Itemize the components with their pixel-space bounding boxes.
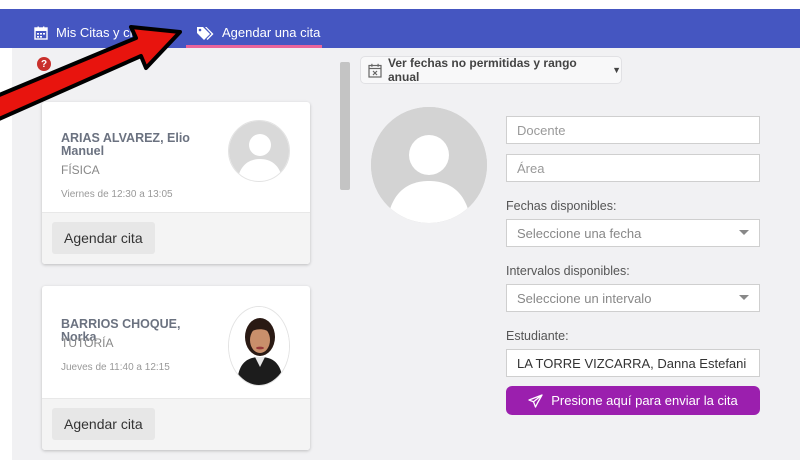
top-strip — [0, 0, 800, 9]
tab-mis-citas-label: Mis Citas y citas — [56, 25, 150, 40]
fechas-button-label: Ver fechas no permitidas y rango anual — [388, 56, 577, 84]
teacher-card-footer: Agendar cita — [42, 398, 310, 450]
estudiante-label: Estudiante: — [506, 329, 569, 343]
chevron-down-icon — [739, 230, 749, 235]
tab-agendar-cita[interactable]: Agendar una cita — [186, 17, 332, 48]
fechas-no-permitidas-button[interactable]: Ver fechas no permitidas y rango anual ▼ — [360, 56, 622, 84]
teacher-card: BARRIOS CHOQUE, Norka TUTORÍA Jueves de … — [42, 286, 310, 450]
left-edge — [0, 48, 12, 218]
teacher-card: ARIAS ALVAREZ, Elio Manuel FÍSICA Vierne… — [42, 102, 310, 264]
agendar-cita-button[interactable]: Agendar cita — [52, 408, 155, 440]
chevron-down-icon — [739, 295, 749, 300]
caret-down-icon: ▼ — [612, 65, 621, 75]
intervalos-select-value: Seleccione un intervalo — [517, 290, 652, 306]
teacher-subject: TUTORÍA — [61, 336, 114, 350]
teacher-schedule: Jueves de 11:40 a 12:15 — [61, 362, 170, 373]
tab-agendar-cita-label: Agendar una cita — [222, 25, 321, 40]
teacher-photo-image — [229, 307, 289, 385]
paper-plane-icon — [528, 393, 543, 408]
tab-mis-citas[interactable]: Mis Citas y citas — [34, 17, 150, 48]
teacher-card-body: ARIAS ALVAREZ, Elio Manuel FÍSICA Vierne… — [42, 102, 310, 212]
question-circle-icon[interactable]: ? — [37, 57, 51, 71]
teacher-name: ARIAS ALVAREZ, Elio Manuel — [61, 131, 190, 158]
calendar-times-icon — [368, 63, 382, 78]
teacher-subject: FÍSICA — [61, 163, 100, 177]
intervalos-select[interactable]: Seleccione un intervalo — [506, 284, 760, 312]
default-avatar-icon — [371, 107, 487, 223]
calendar-icon — [34, 26, 48, 40]
teacher-schedule: Viernes de 12:30 a 13:05 — [61, 189, 173, 200]
docente-input[interactable] — [506, 116, 760, 144]
fechas-label: Fechas disponibles: — [506, 199, 617, 213]
teacher-avatar — [228, 120, 290, 182]
selected-teacher-avatar — [371, 107, 487, 223]
teacher-card-footer: Agendar cita — [42, 212, 310, 264]
scrollbar-thumb[interactable] — [340, 62, 350, 190]
area-input[interactable] — [506, 154, 760, 182]
teacher-card-body: BARRIOS CHOQUE, Norka TUTORÍA Jueves de … — [42, 286, 310, 398]
intervalos-label: Intervalos disponibles: — [506, 264, 630, 278]
agendar-cita-button[interactable]: Agendar cita — [52, 222, 155, 254]
fechas-select[interactable]: Seleccione una fecha — [506, 219, 760, 247]
fechas-select-value: Seleccione una fecha — [517, 225, 642, 241]
enviar-cita-label: Presione aquí para enviar la cita — [551, 393, 738, 408]
default-avatar-icon — [229, 121, 289, 181]
teacher-photo — [228, 306, 290, 386]
estudiante-input[interactable] — [506, 349, 760, 377]
enviar-cita-button[interactable]: Presione aquí para enviar la cita — [506, 386, 760, 415]
tags-icon — [196, 26, 214, 40]
